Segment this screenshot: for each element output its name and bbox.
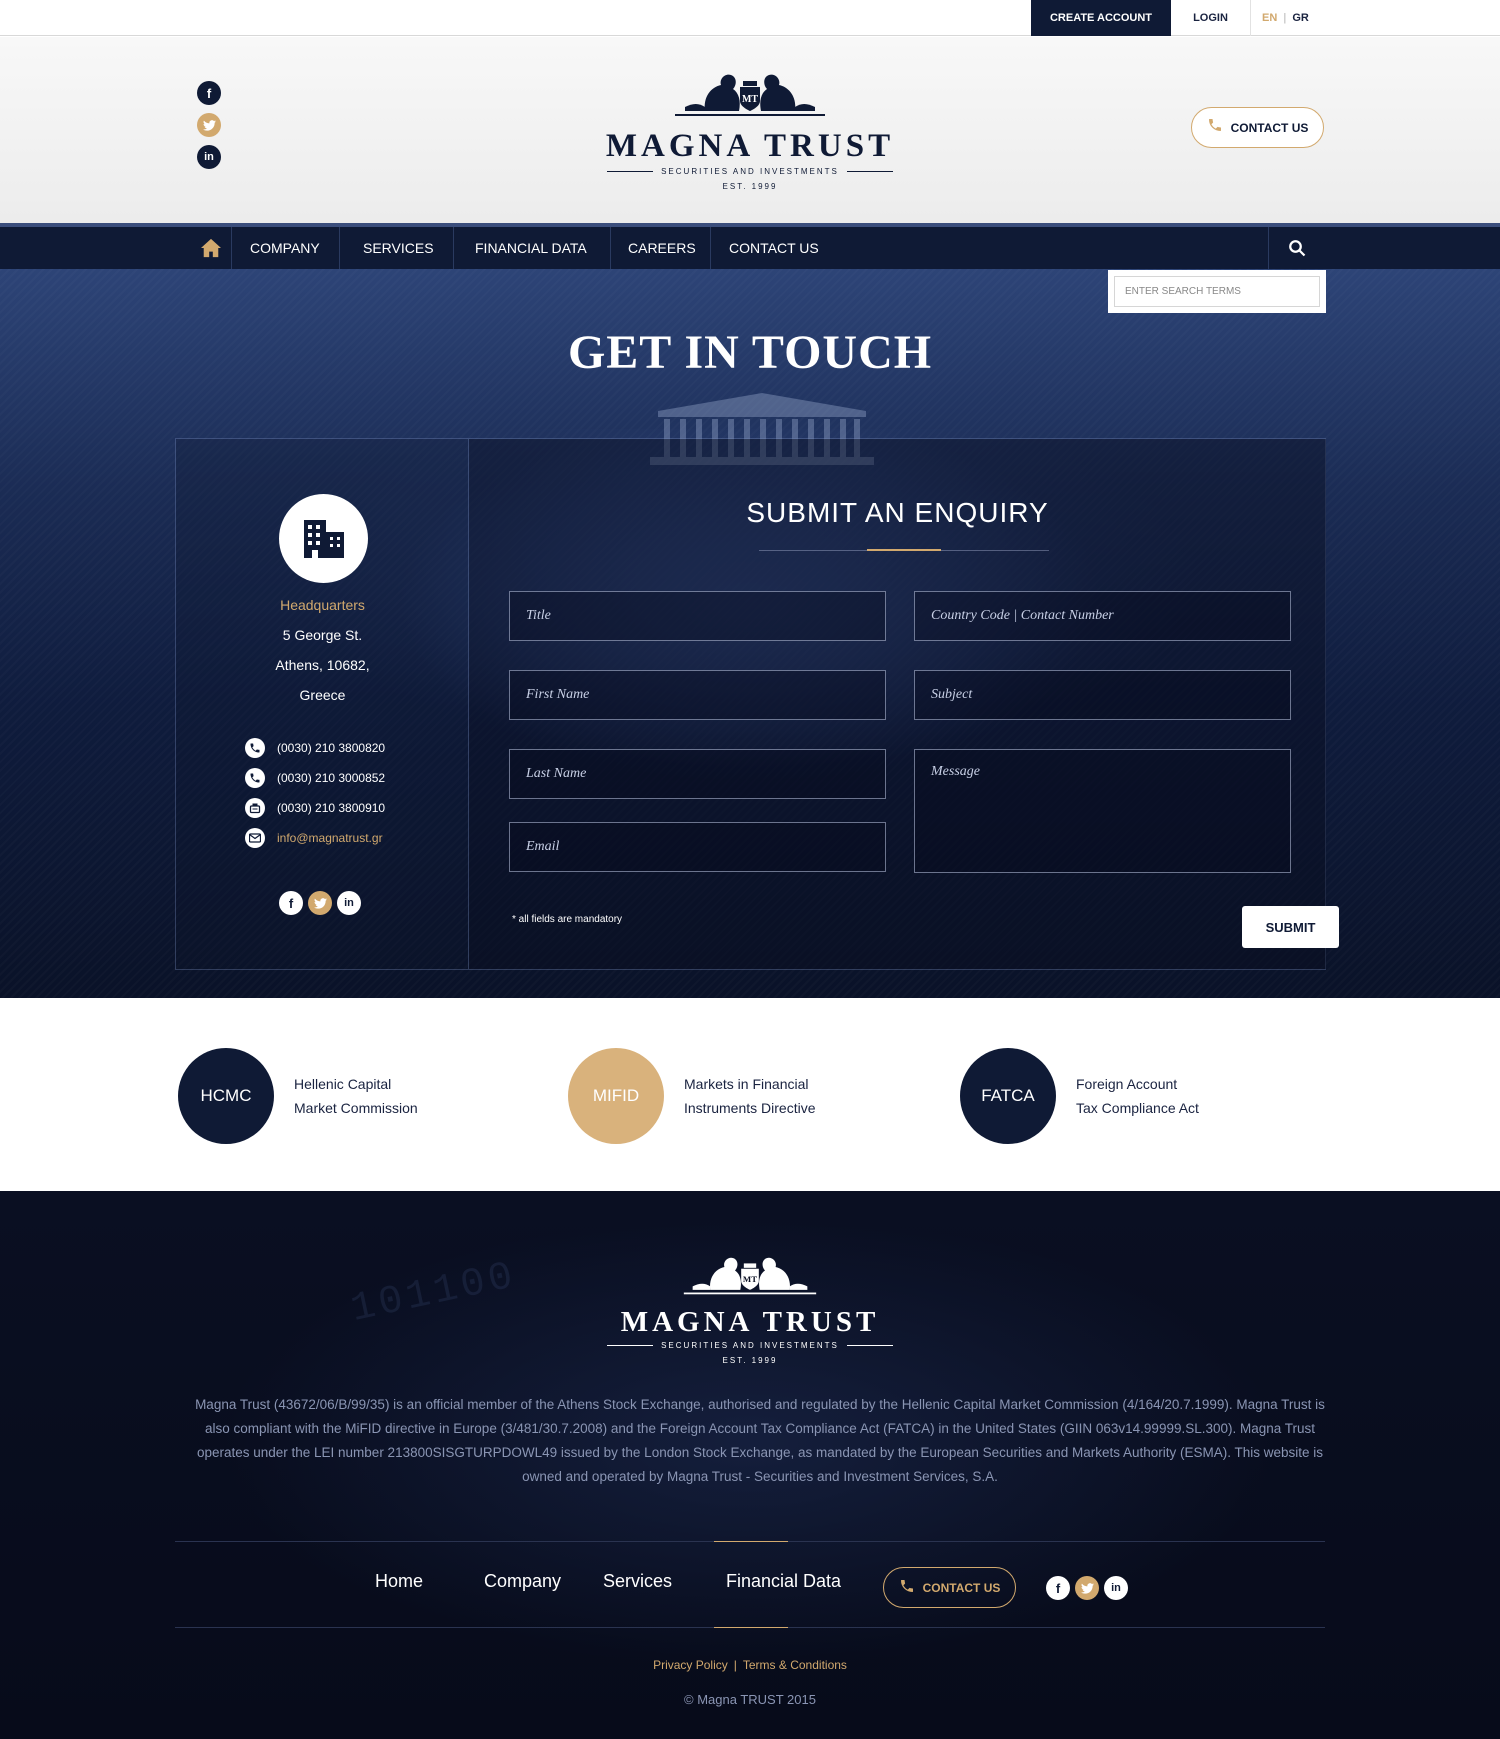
brand-tagline: SECURITIES AND INVESTMENTS [600,167,900,176]
nav-careers[interactable]: CAREERS [628,227,696,269]
footer-brand-tagline: SECURITIES AND INVESTMENTS [600,1341,900,1350]
facebook-icon[interactable]: f [1046,1576,1070,1600]
nav-company[interactable]: COMPANY [250,227,320,269]
hq-email[interactable]: info@magnatrust.gr [245,828,383,848]
lions-crest-icon: MT [683,1257,817,1295]
title-field[interactable]: Title [509,591,886,641]
mandatory-note: * all fields are mandatory [512,914,623,925]
regulator-description: Foreign Account Tax Compliance Act [1076,1076,1199,1116]
footer-nav-home[interactable]: Home [375,1571,423,1592]
site-footer: 101100 MT MAGNA TRUST SECURITIES AND INV… [0,1191,1500,1739]
privacy-policy-link[interactable]: Privacy Policy [653,1658,728,1672]
phone-icon [899,1578,915,1597]
nav-services[interactable]: SERVICES [363,227,434,269]
phone-icon [245,768,265,788]
first-name-field[interactable]: First Name [509,670,886,720]
footer-nav-company[interactable]: Company [484,1571,561,1592]
linkedin-icon[interactable]: in [197,145,221,169]
copyright: © Magna TRUST 2015 [684,1692,816,1707]
page-title: GET IN TOUCH [567,326,933,379]
mifid-badge: MIFID [568,1048,664,1144]
footer-disclaimer: Magna Trust (43672/06/B/99/35) is an off… [195,1397,1325,1484]
hq-fax: (0030) 210 3800910 [245,798,385,818]
contact-panel: Headquarters 5 George St. Athens, 10682,… [175,438,1339,970]
header-contact-label: CONTACT US [1230,120,1309,135]
contact-number-field[interactable]: Country Code | Contact Number [914,591,1291,641]
legal-links: Privacy Policy | Terms & Conditions [653,1658,847,1672]
regulator-description: Markets in Financial Instruments Directiv… [684,1076,816,1116]
facebook-icon[interactable]: f [279,891,303,915]
enquiry-form: SUBMIT AN ENQUIRY Title Country Code | C… [469,439,1339,969]
home-icon[interactable] [190,227,232,269]
contact-hero: GET IN TOUCH Headquarters 5 George St. A… [0,269,1500,998]
footer-contact-label: CONTACT US [922,1580,1001,1595]
panel-social-links: f in [279,891,361,915]
regulator-description: Hellenic Capital Market Commission [294,1076,418,1116]
svg-text:MT: MT [743,1274,757,1284]
search-dropdown: ENTER SEARCH TERMS [1108,270,1326,313]
footer-social-links: f in [1046,1576,1128,1600]
lang-separator: | [1283,12,1287,24]
search-icon[interactable] [1268,227,1324,269]
lang-gr-link[interactable]: GR [1292,12,1309,24]
background-digits: 101100 [347,1254,521,1333]
phone-icon [245,738,265,758]
twitter-icon[interactable] [308,891,332,915]
hcmc-badge: HCMC [178,1048,274,1144]
regulator-fatca: FATCA Foreign Account Tax Compliance Act [960,1048,1199,1144]
login-link[interactable]: LOGIN [1171,0,1251,36]
brand-logo[interactable]: MT MAGNA TRUST SECURITIES AND INVESTMENT… [600,67,900,191]
footer-brand-name: MAGNA TRUST [620,1306,880,1338]
fax-icon [245,798,265,818]
message-field[interactable]: Message [914,749,1291,873]
language-switch: EN | GR [1262,0,1309,36]
headquarters-card: Headquarters 5 George St. Athens, 10682,… [176,439,469,969]
footer-brand-est: EST. 1999 [722,1356,778,1365]
facebook-icon[interactable]: f [197,81,221,105]
last-name-field[interactable]: Last Name [509,749,886,799]
svg-text:MT: MT [742,94,758,105]
title-divider [867,549,941,551]
nav-contact-us[interactable]: CONTACT US [729,227,819,269]
twitter-icon[interactable] [1075,1576,1099,1600]
top-bar: CREATE ACCOUNT LOGIN EN | GR [0,0,1500,36]
hq-address-line: Athens, 10682, [275,657,370,673]
lions-crest-icon: MT [675,74,825,116]
nav-financial-data[interactable]: FINANCIAL DATA [475,227,587,269]
search-input[interactable]: ENTER SEARCH TERMS [1114,276,1320,307]
regulator-mifid: MIFID Markets in Financial Instruments Di… [568,1048,815,1144]
linkedin-icon[interactable]: in [1104,1576,1128,1600]
footer-logo[interactable]: MT MAGNA TRUST SECURITIES AND INVESTMENT… [600,1251,900,1365]
footer-contact-button[interactable]: CONTACT US [883,1567,1016,1608]
mail-icon [245,828,265,848]
twitter-icon[interactable] [197,113,221,137]
phone-icon [1207,117,1223,138]
hq-phone-1[interactable]: (0030) 210 3800820 [245,738,385,758]
brand-est: EST. 1999 [722,182,778,191]
hq-address-line: 5 George St. [282,627,363,643]
submit-button[interactable]: SUBMIT [1242,906,1339,948]
brand-name: MAGNA TRUST [605,128,895,164]
email-field[interactable]: Email [509,822,886,872]
header-contact-button[interactable]: CONTACT US [1191,107,1324,148]
main-nav: COMPANY SERVICES FINANCIAL DATA CAREERS … [0,223,1500,269]
footer-nav-services[interactable]: Services [603,1571,672,1592]
building-icon [279,494,368,583]
fatca-badge: FATCA [960,1048,1056,1144]
subject-field[interactable]: Subject [914,670,1291,720]
lang-en-link[interactable]: EN [1262,12,1277,24]
footer-nav-financial-data[interactable]: Financial Data [726,1571,841,1592]
create-account-button[interactable]: CREATE ACCOUNT [1031,0,1171,36]
hq-address-line: Greece [299,687,346,703]
site-header: f in MT MAGNA TRUST SECURITIES AND INVES… [0,37,1500,223]
header-social-links: f in [197,81,221,169]
terms-link[interactable]: Terms & Conditions [743,1658,847,1672]
linkedin-icon[interactable]: in [337,891,361,915]
regulator-hcmc: HCMC Hellenic Capital Market Commission [178,1048,418,1144]
hq-title: Headquarters [280,597,365,613]
hq-phone-2[interactable]: (0030) 210 3000852 [245,768,385,788]
enquiry-title: SUBMIT AN ENQUIRY [746,497,1049,528]
